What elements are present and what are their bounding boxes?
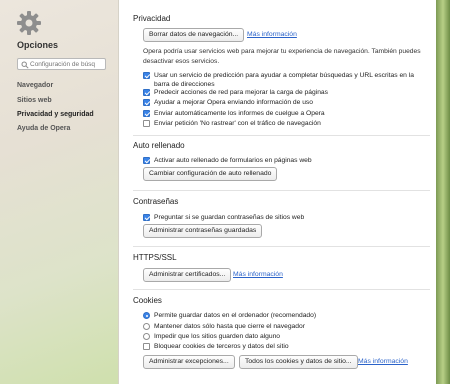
all-cookies-button[interactable]: Todos los cookies y datos de sitio... (239, 355, 358, 369)
sidebar: Opciones Navegador Sitios web Privacidad… (0, 0, 119, 384)
section-title-privacidad: Privacidad (133, 14, 171, 23)
background-edge (436, 0, 450, 384)
do-not-track-checkbox[interactable] (143, 120, 150, 127)
prediction-label: Usar un servicio de predicción para ayud… (154, 72, 414, 88)
https-more-info-link[interactable]: Más información (233, 271, 283, 278)
settings-content: Privacidad Borrar datos de navegación...… (119, 0, 436, 384)
cookies-more-info-link[interactable]: Más información (358, 358, 408, 365)
predict-network-label: Predecir acciones de red para mejorar la… (154, 89, 328, 96)
crash-reports-checkbox[interactable] (143, 110, 150, 117)
section-title-cookies: Cookies (133, 296, 162, 305)
allow-cookies-label: Permite guardar datos en el ordenador (r… (154, 312, 317, 319)
change-autofill-settings-button[interactable]: Cambiar configuración de auto rellenado (143, 167, 278, 181)
block-cookies-radio[interactable] (143, 333, 150, 340)
autofill-checkbox[interactable] (143, 157, 150, 164)
third-party-label: Bloquear cookies de terceros y datos del… (154, 343, 289, 350)
crash-reports-label: Enviar automáticamente los informes de c… (154, 110, 325, 117)
divider (133, 246, 430, 247)
divider (133, 135, 430, 136)
session-cookies-radio[interactable] (143, 323, 150, 330)
usage-info-checkbox[interactable] (143, 99, 150, 106)
block-cookies-label: Impedir que los sitios guarden dato algu… (154, 333, 281, 340)
sidebar-item-privacidad[interactable]: Privacidad y seguridad (17, 111, 94, 118)
privacy-more-info-link[interactable]: Más información (247, 31, 297, 38)
search-box[interactable] (17, 58, 106, 70)
privacy-description: Opera podría usar servicios web para mej… (143, 48, 421, 65)
clear-browsing-data-button[interactable]: Borrar datos de navegación... (143, 28, 245, 42)
divider (133, 190, 430, 191)
passwords-label: Preguntar si se guardan contraseñas de s… (154, 214, 305, 221)
sidebar-item-navegador[interactable]: Navegador (17, 82, 53, 89)
sidebar-item-ayuda[interactable]: Ayuda de Opera (17, 125, 70, 132)
section-title-autofill: Auto rellenado (133, 141, 185, 150)
manage-passwords-button[interactable]: Administrar contraseñas guardadas (143, 224, 263, 238)
manage-exceptions-button[interactable]: Administrar excepciones... (143, 355, 235, 369)
section-title-https: HTTPS/SSL (133, 253, 177, 262)
passwords-checkbox[interactable] (143, 214, 150, 221)
allow-cookies-radio[interactable] (143, 312, 150, 319)
search-input[interactable] (30, 59, 104, 69)
usage-info-label: Ayudar a mejorar Opera enviando informac… (154, 99, 313, 106)
page-title: Opciones (17, 40, 59, 50)
divider (133, 289, 430, 290)
gear-icon (17, 11, 41, 35)
manage-certificates-button[interactable]: Administrar certificados... (143, 268, 232, 282)
do-not-track-label: Enviar petición 'No rastrear' con el trá… (154, 120, 321, 127)
prediction-checkbox[interactable] (143, 72, 150, 79)
sidebar-item-sitios-web[interactable]: Sitios web (17, 97, 52, 104)
session-cookies-label: Mantener datos sólo hasta que cierre el … (154, 323, 305, 330)
third-party-checkbox[interactable] (143, 343, 150, 350)
search-icon (21, 61, 29, 69)
predict-network-checkbox[interactable] (143, 89, 150, 96)
autofill-label: Activar auto rellenado de formularios en… (154, 157, 312, 164)
section-title-passwords: Contraseñas (133, 197, 179, 206)
